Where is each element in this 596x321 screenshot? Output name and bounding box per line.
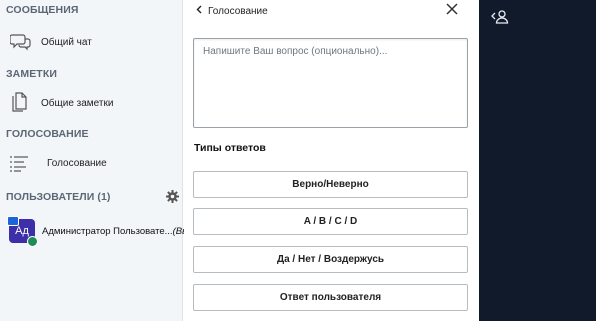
- chat-bubbles-icon: [10, 32, 32, 52]
- sidebar-item-polling[interactable]: Голосование: [0, 149, 182, 177]
- sidebar-item-public-chat[interactable]: Общий чат: [0, 28, 182, 56]
- notes-section-title: ЗАМЕТКИ: [6, 68, 57, 80]
- sidebar-item-label: Общие заметки: [41, 98, 114, 109]
- back-button-label: Голосование: [208, 5, 268, 17]
- sidebar-item-label: Общий чат: [41, 37, 92, 48]
- back-button[interactable]: Голосование: [196, 3, 268, 19]
- presenter-icon: [7, 216, 19, 226]
- true-false-button[interactable]: Верно/Неверно: [193, 171, 468, 198]
- sidebar-item-label: Голосование: [47, 158, 107, 169]
- user-name-text: Администратор Пользовате...: [42, 226, 173, 237]
- yes-no-abstain-button[interactable]: Да / Нет / Воздержусь: [193, 246, 468, 273]
- poll-panel: Голосование Типы ответов Верно/Неверно A…: [184, 0, 479, 321]
- user-response-button[interactable]: Ответ пользователя: [193, 284, 468, 311]
- presentation-area: [479, 0, 596, 321]
- avatar-initials: Ад: [15, 225, 29, 237]
- list-icon: [9, 155, 29, 173]
- user-toggle-icon[interactable]: [490, 9, 510, 25]
- user-name: Администратор Пользовате...(Вы): [42, 226, 192, 237]
- sidebar-item-shared-notes[interactable]: Общие заметки: [0, 89, 182, 117]
- documents-icon: [10, 92, 28, 114]
- poll-question-input[interactable]: [193, 38, 468, 128]
- close-icon[interactable]: [445, 2, 459, 16]
- gear-icon[interactable]: [166, 190, 179, 203]
- polling-section-title: ГОЛОСОВАНИЕ: [6, 128, 89, 140]
- sidebar: СООБЩЕНИЯ Общий чат ЗАМЕТКИ Общие заметк…: [0, 0, 192, 321]
- abcd-button[interactable]: A / B / C / D: [193, 208, 468, 235]
- users-section-title: ПОЛЬЗОВАТЕЛИ (1): [6, 191, 111, 203]
- status-indicator-icon: [27, 236, 38, 247]
- chevron-left-icon: [196, 5, 202, 17]
- answer-types-title: Типы ответов: [194, 142, 266, 154]
- messages-section-title: СООБЩЕНИЯ: [6, 4, 79, 16]
- user-list-item[interactable]: Ад Администратор Пользовате...(Вы): [0, 216, 192, 247]
